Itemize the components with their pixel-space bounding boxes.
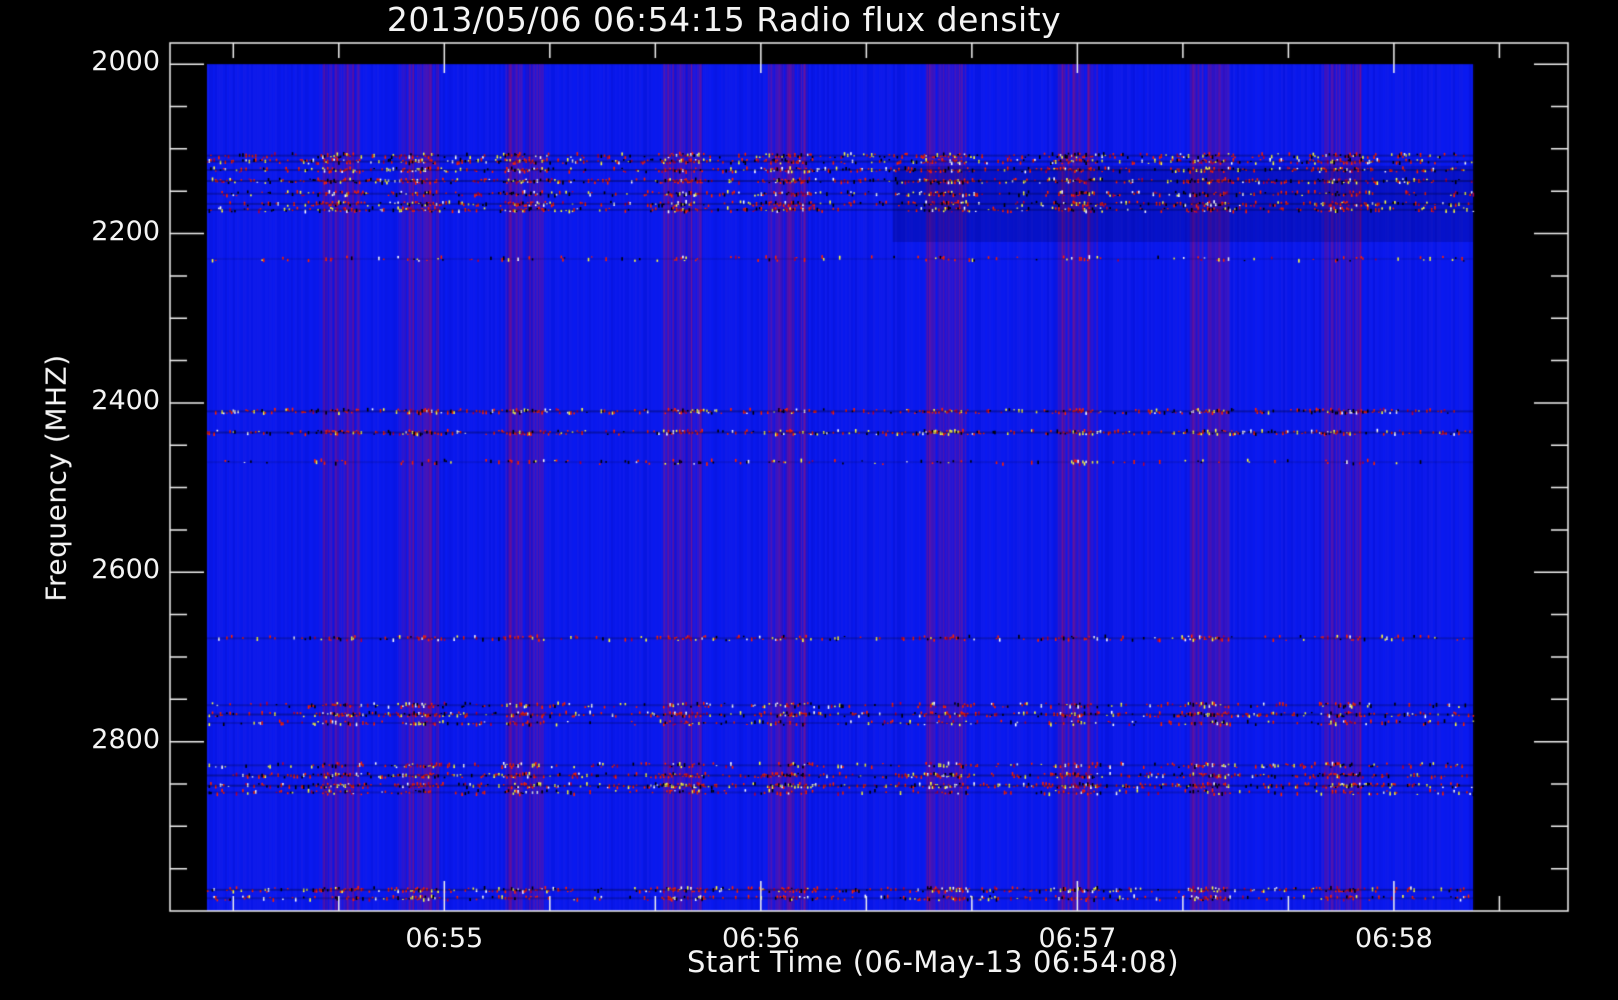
y-tick-label: 2600 <box>91 554 160 586</box>
x-axis-label: Start Time (06-May-13 06:54:08) <box>686 945 1180 979</box>
spectrogram-plot <box>0 0 1618 1000</box>
y-tick-label: 2000 <box>91 46 160 78</box>
x-tick-label: 06:58 <box>1355 923 1433 954</box>
chart-title: 2013/05/06 06:54:15 Radio flux density <box>386 0 1062 39</box>
x-tick-label: 06:56 <box>721 923 800 954</box>
x-tick-label: 06:57 <box>1038 923 1117 954</box>
y-tick-label: 2400 <box>91 384 160 416</box>
y-tick-label: 2800 <box>91 723 160 755</box>
x-tick-label: 06:55 <box>405 923 484 954</box>
y-tick-label: 2200 <box>91 215 160 247</box>
